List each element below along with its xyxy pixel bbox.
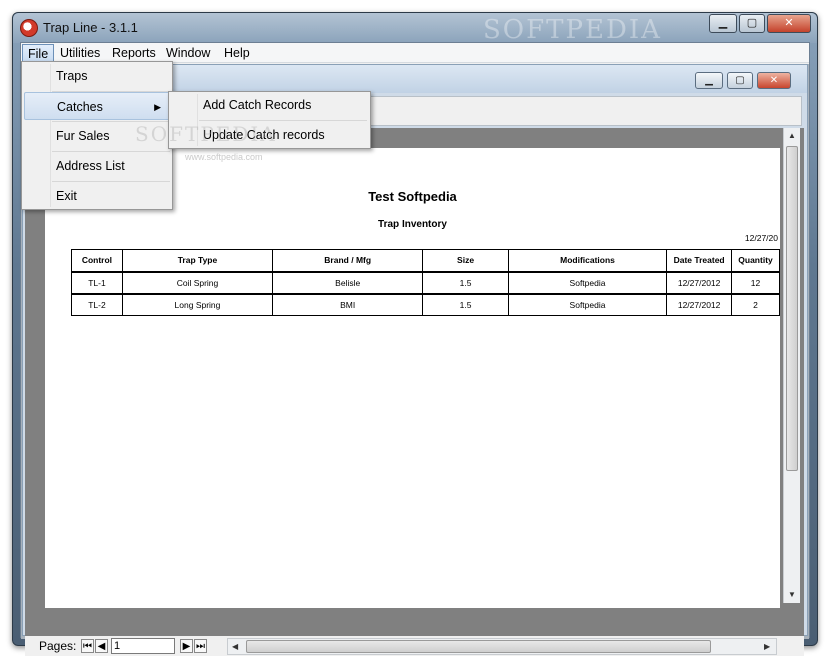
- menu-item-add-catch-records[interactable]: Add Catch Records: [171, 92, 368, 118]
- app-icon[interactable]: [20, 19, 38, 37]
- vertical-scroll-thumb[interactable]: [786, 146, 798, 471]
- submenu-arrow-icon: ▶: [154, 102, 161, 112]
- table-cell: 1.5: [422, 292, 509, 316]
- pager-bar: Pages: ⏮ ◀ 1 ▶ ⏭ ◀ ▶: [25, 636, 804, 656]
- table-cell: 2: [731, 292, 780, 316]
- table-cell: Long Spring: [121, 292, 274, 316]
- inventory-table: Control Trap Type Brand / Mfg Size Modif…: [71, 249, 780, 316]
- report-date: 12/27/20: [744, 233, 778, 243]
- column-header: Control: [71, 249, 123, 272]
- table-cell: BMI: [272, 292, 424, 316]
- menu-file[interactable]: File: [22, 44, 55, 62]
- table-cell: TL-2: [71, 292, 123, 316]
- title-bar: Trap Line - 3.1.1 SOFTPEDIA ▁ ▢ ✕: [13, 13, 817, 45]
- table-cell: 12/27/2012: [666, 270, 733, 294]
- table-cell: 12/27/2012: [666, 292, 733, 316]
- column-header: Modifications: [507, 249, 668, 272]
- softpedia-watermark-url: www.softpedia.com: [185, 152, 263, 162]
- column-header: Date Treated: [666, 249, 733, 272]
- vertical-scrollbar[interactable]: ▲ ▼: [783, 128, 800, 603]
- menu-help[interactable]: Help: [219, 44, 255, 62]
- scroll-left-icon[interactable]: ◀: [232, 642, 238, 651]
- page-number-input[interactable]: 1: [111, 638, 175, 654]
- scroll-right-icon[interactable]: ▶: [764, 642, 770, 651]
- column-header: Trap Type: [121, 249, 274, 272]
- previous-page-icon[interactable]: ◀: [95, 639, 108, 653]
- scroll-down-icon[interactable]: ▼: [788, 590, 796, 599]
- next-page-icon[interactable]: ▶: [180, 639, 193, 653]
- menu-item-catches[interactable]: Catches ▶: [24, 92, 170, 120]
- table-cell: 12: [731, 270, 780, 294]
- child-maximize-button[interactable]: ▢: [727, 72, 753, 89]
- menu-item-traps[interactable]: Traps: [24, 62, 170, 90]
- table-row: TL-1 Coil Spring Belisle 1.5 Softpedia 1…: [71, 270, 780, 294]
- menu-item-address-list[interactable]: Address List: [24, 152, 170, 180]
- menu-item-exit[interactable]: Exit: [24, 182, 170, 210]
- child-close-button[interactable]: ✕: [757, 72, 791, 89]
- minimize-button[interactable]: ▁: [709, 14, 737, 33]
- table-cell: Softpedia: [507, 292, 668, 316]
- scroll-up-icon[interactable]: ▲: [788, 131, 796, 140]
- column-header: Quantity: [731, 249, 780, 272]
- horizontal-scroll-thumb[interactable]: [246, 640, 711, 653]
- softpedia-watermark: SOFTPEDIA: [483, 15, 662, 45]
- first-page-icon[interactable]: ⏮: [81, 639, 94, 653]
- table-row: TL-2 Long Spring BMI 1.5 Softpedia 12/27…: [71, 292, 780, 316]
- table-header-row: Control Trap Type Brand / Mfg Size Modif…: [71, 249, 780, 272]
- menu-reports[interactable]: Reports: [107, 44, 161, 62]
- menu-utilities[interactable]: Utilities: [55, 44, 105, 62]
- maximize-button[interactable]: ▢: [739, 14, 765, 33]
- table-cell: Softpedia: [507, 270, 668, 294]
- column-header: Brand / Mfg: [272, 249, 424, 272]
- menu-item-label: Catches: [57, 100, 103, 114]
- child-minimize-button[interactable]: ▁: [695, 72, 723, 89]
- report-page: Test Softpedia Trap Inventory 12/27/20 C…: [45, 148, 780, 608]
- table-cell: Belisle: [272, 270, 424, 294]
- menu-window[interactable]: Window: [161, 44, 215, 62]
- report-subtitle: Trap Inventory: [378, 219, 447, 230]
- table-cell: Coil Spring: [121, 270, 274, 294]
- menu-separator: [199, 120, 367, 121]
- close-button[interactable]: ✕: [767, 14, 811, 33]
- horizontal-scrollbar[interactable]: ◀ ▶: [227, 638, 777, 655]
- column-header: Size: [422, 249, 509, 272]
- table-cell: TL-1: [71, 270, 123, 294]
- window-title: Trap Line - 3.1.1: [43, 20, 138, 35]
- pages-label: Pages:: [39, 639, 77, 653]
- table-cell: 1.5: [422, 270, 509, 294]
- menu-bar: File Utilities Reports Window Help: [21, 43, 809, 63]
- softpedia-watermark-center: SOFTPEDIA: [135, 122, 277, 146]
- last-page-icon[interactable]: ⏭: [194, 639, 207, 653]
